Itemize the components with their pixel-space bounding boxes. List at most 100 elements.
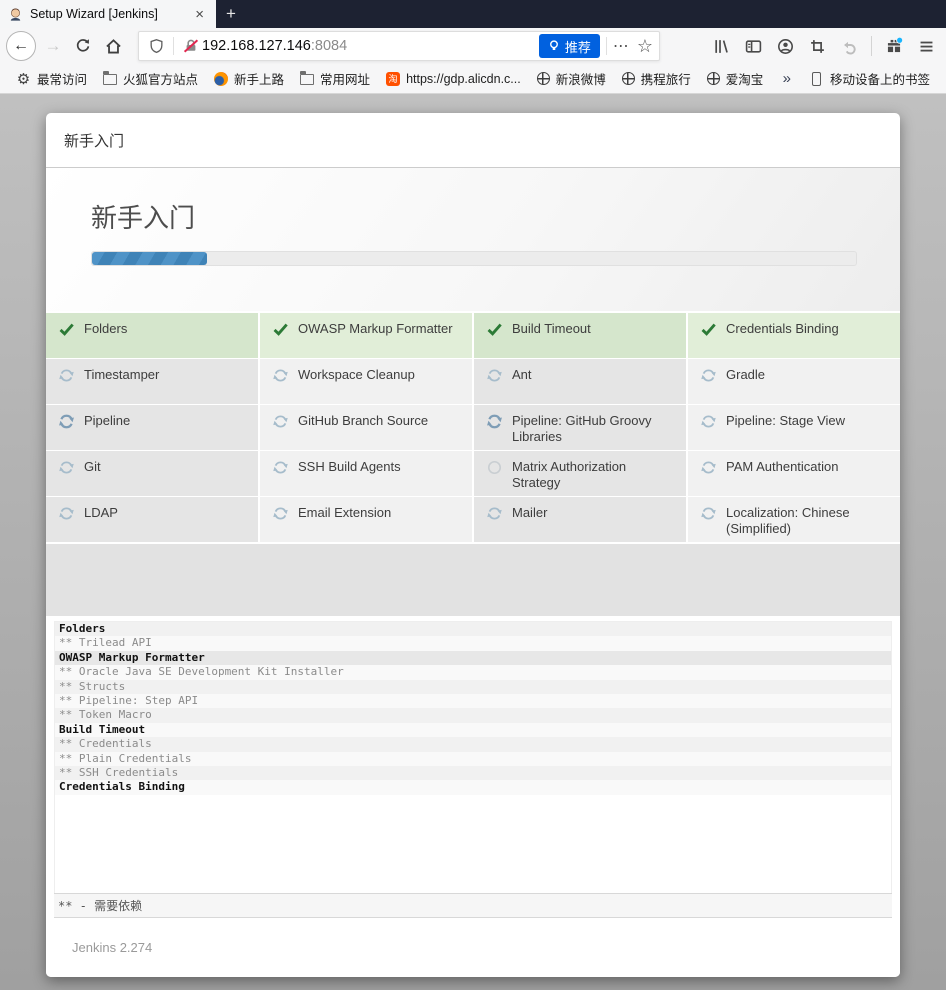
library-icon[interactable] bbox=[707, 32, 735, 60]
menu-hamburger-icon[interactable] bbox=[912, 32, 940, 60]
url-bar[interactable]: 192.168.127.146:8084 推荐 ⋯ ☆ bbox=[138, 31, 660, 61]
plugin-cell: Credentials Binding bbox=[688, 313, 900, 358]
page-background: 新手入门 新手入门 Folders OWASP Markup Formatter… bbox=[0, 94, 946, 990]
tab-bar: Setup Wizard [Jenkins] × + bbox=[0, 0, 946, 28]
plugin-name: Mailer bbox=[512, 505, 548, 520]
firefox-icon bbox=[214, 71, 229, 86]
bookmark-item[interactable]: 最常访问 bbox=[10, 67, 93, 90]
plugin-cell: Timestamper bbox=[46, 359, 258, 404]
plugin-name: LDAP bbox=[84, 505, 118, 520]
refresh-icon bbox=[58, 367, 75, 384]
folder-icon bbox=[103, 71, 118, 85]
bookmark-label: 爱淘宝 bbox=[725, 73, 764, 87]
bookmark-label: 火狐官方站点 bbox=[123, 73, 199, 87]
bookmark-item[interactable]: 携程旅行 bbox=[616, 67, 697, 90]
bookmarks-overflow-chevron[interactable]: » bbox=[775, 70, 799, 87]
log-line: ** Structs bbox=[55, 679, 891, 694]
check-icon bbox=[272, 321, 289, 338]
bookmark-label: 最常访问 bbox=[37, 73, 88, 87]
plugin-cell: LDAP bbox=[46, 497, 258, 542]
plugin-name: Gradle bbox=[726, 367, 766, 382]
sidebar-icon[interactable] bbox=[739, 32, 767, 60]
phone-icon bbox=[809, 71, 824, 86]
globe-icon bbox=[621, 72, 635, 85]
plugin-cell: PAM Authentication bbox=[688, 451, 900, 496]
url-text[interactable]: 192.168.127.146:8084 bbox=[202, 38, 539, 54]
insecure-lock-icon[interactable] bbox=[180, 38, 202, 54]
bookmarks-bar: 最常访问 火狐官方站点 新手上路 常用网址 https://gdp.alicdn… bbox=[0, 64, 946, 94]
plugin-cell: Email Extension bbox=[260, 497, 472, 542]
bookmark-item[interactable]: 常用网址 bbox=[294, 67, 376, 90]
plugin-name: Matrix Authorization Strategy bbox=[512, 459, 627, 491]
back-button[interactable]: ← bbox=[6, 31, 36, 61]
plugin-cell: Pipeline: Stage View bbox=[688, 405, 900, 450]
plugin-name: Timestamper bbox=[84, 367, 160, 382]
globe-icon bbox=[536, 72, 550, 85]
refresh-icon bbox=[272, 505, 289, 522]
refresh-icon bbox=[700, 367, 717, 384]
jenkins-favicon bbox=[8, 7, 23, 22]
plugin-cell: GitHub Branch Source bbox=[260, 405, 472, 450]
bookmark-label: 新浪微博 bbox=[555, 73, 606, 87]
log-line: ** Credentials bbox=[55, 737, 891, 752]
forward-button: → bbox=[44, 36, 62, 55]
plugin-cell: Mailer bbox=[474, 497, 686, 542]
plugin-grid: Folders OWASP Markup Formatter Build Tim… bbox=[46, 313, 900, 542]
refresh-icon bbox=[58, 505, 75, 522]
bookmark-star-icon[interactable]: ☆ bbox=[637, 36, 653, 57]
whats-new-gift-icon[interactable] bbox=[880, 32, 908, 60]
bookmark-label: https://gdp.alicdn.c... bbox=[406, 71, 521, 86]
bookmark-item[interactable]: 爱淘宝 bbox=[701, 67, 770, 90]
plugin-cell: Git bbox=[46, 451, 258, 496]
refresh-icon bbox=[486, 367, 503, 384]
tab-close-icon[interactable]: × bbox=[191, 6, 208, 23]
plugin-cell: Gradle bbox=[688, 359, 900, 404]
home-button[interactable] bbox=[98, 31, 128, 61]
lightbulb-icon bbox=[549, 40, 558, 51]
refresh-icon bbox=[272, 413, 289, 430]
plugin-cell: Ant bbox=[474, 359, 686, 404]
setup-wizard-dialog: 新手入门 新手入门 Folders OWASP Markup Formatter… bbox=[46, 113, 900, 977]
plugin-name: GitHub Branch Source bbox=[298, 413, 429, 428]
screenshot-icon[interactable] bbox=[803, 32, 831, 60]
bookmark-item[interactable]: 新浪微博 bbox=[531, 67, 612, 90]
plugin-name: PAM Authentication bbox=[726, 459, 839, 474]
dialog-title: 新手入门 bbox=[46, 113, 900, 168]
reload-button[interactable] bbox=[68, 31, 98, 61]
url-host: 192.168.127.146 bbox=[202, 38, 311, 54]
dependency-note: ** - 需要依赖 bbox=[54, 893, 892, 918]
tracking-shield-icon[interactable] bbox=[145, 38, 167, 54]
mobile-bookmarks[interactable]: 移动设备上的书签 bbox=[803, 67, 936, 90]
log-line: ** Oracle Java SE Development Kit Instal… bbox=[55, 665, 891, 680]
undo-icon bbox=[835, 32, 863, 60]
log-line: Build Timeout bbox=[55, 722, 891, 738]
account-icon[interactable] bbox=[771, 32, 799, 60]
toolbar-right-icons bbox=[707, 32, 940, 60]
bookmark-item[interactable]: 火狐官方站点 bbox=[97, 67, 204, 90]
plugin-name: Ant bbox=[512, 367, 532, 382]
plugin-name: Credentials Binding bbox=[726, 321, 839, 336]
recommend-button[interactable]: 推荐 bbox=[538, 34, 600, 58]
bookmark-label: 常用网址 bbox=[320, 73, 371, 87]
browser-tab[interactable]: Setup Wizard [Jenkins] × bbox=[0, 0, 216, 28]
divider bbox=[871, 36, 872, 56]
plugin-cell: SSH Build Agents bbox=[260, 451, 472, 496]
log-line: OWASP Markup Formatter bbox=[55, 650, 891, 666]
new-tab-button[interactable]: + bbox=[216, 0, 246, 28]
plugin-name: Build Timeout bbox=[512, 321, 591, 336]
plugin-name: SSH Build Agents bbox=[298, 459, 401, 474]
page-actions-icon[interactable]: ⋯ bbox=[613, 36, 629, 56]
bookmark-item[interactable]: 新手上路 bbox=[208, 67, 290, 90]
gear-icon bbox=[16, 71, 31, 86]
plugin-cell: Build Timeout bbox=[474, 313, 686, 358]
log-line: ** Token Macro bbox=[55, 708, 891, 723]
plugin-cell: Pipeline bbox=[46, 405, 258, 450]
url-port: :8084 bbox=[310, 38, 348, 54]
install-console: Folders ** Trilead API OWASP Markup Format… bbox=[54, 621, 892, 893]
log-line: ** SSH Credentials bbox=[55, 765, 891, 781]
bookmark-label: 携程旅行 bbox=[640, 73, 691, 87]
bookmark-item[interactable]: https://gdp.alicdn.c... bbox=[380, 70, 527, 88]
log-line: ** Pipeline: Step API bbox=[55, 693, 891, 709]
plugin-name: Git bbox=[84, 459, 101, 474]
plugin-name: Folders bbox=[84, 321, 128, 336]
